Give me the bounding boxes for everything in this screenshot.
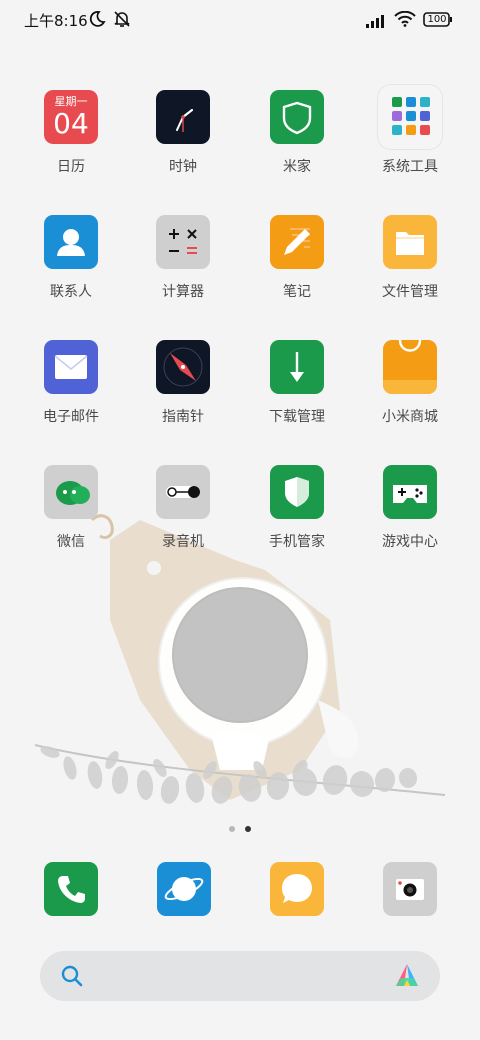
page-dot-2[interactable] (245, 826, 251, 832)
app-calculator[interactable]: 计算器 (133, 215, 233, 301)
camera-icon (383, 879, 437, 916)
app-downloads[interactable]: 下载管理 (247, 340, 347, 426)
app-label: 日历 (57, 159, 85, 175)
moon-icon (88, 10, 106, 32)
clock-icon (156, 90, 210, 144)
dock-phone[interactable] (44, 862, 98, 916)
app-label: 手机管家 (269, 534, 325, 550)
battery-icon: 100 (423, 12, 453, 31)
app-contacts[interactable]: 联系人 (21, 215, 121, 301)
assistant-icon[interactable] (392, 962, 422, 994)
app-label: 米家 (283, 159, 311, 175)
calendar-day: 04 (53, 107, 89, 140)
email-icon (44, 340, 98, 394)
notes-icon (270, 215, 324, 269)
app-calendar[interactable]: 星期一 04 日历 (21, 90, 121, 176)
page-dot-1[interactable] (229, 826, 235, 832)
file-manager-icon (383, 215, 437, 269)
app-compass[interactable]: 指南针 (133, 340, 233, 426)
search-icon (60, 964, 84, 992)
app-file-manager[interactable]: 文件管理 (360, 215, 460, 301)
app-recorder[interactable]: 录音机 (133, 465, 233, 551)
app-label: 计算器 (162, 284, 204, 300)
folder-grid-icon (378, 85, 442, 149)
dock-camera[interactable] (383, 862, 437, 916)
app-mijia[interactable]: 米家 (247, 90, 347, 176)
app-phone-manager[interactable]: 手机管家 (247, 465, 347, 551)
contact-icon (44, 215, 98, 269)
compass-icon (156, 340, 210, 394)
app-label: 游戏中心 (382, 534, 438, 550)
app-label: 下载管理 (269, 409, 325, 425)
app-label: 录音机 (162, 534, 204, 550)
gamepad-icon (383, 465, 437, 519)
dock-messages[interactable] (270, 862, 324, 916)
app-email[interactable]: 电子邮件 (21, 340, 121, 426)
app-label: 电子邮件 (43, 409, 99, 425)
battery-level: 100 (427, 14, 447, 25)
app-notes[interactable]: 笔记 (247, 215, 347, 301)
app-wechat[interactable]: 微信 (21, 465, 121, 551)
app-label: 小米商城 (382, 409, 438, 425)
app-label: 文件管理 (382, 284, 438, 300)
folder-system-tools[interactable]: 系统工具 (360, 85, 460, 176)
security-icon (270, 465, 324, 519)
signal-icon (366, 13, 388, 32)
app-label: 微信 (57, 534, 85, 550)
phone-icon (44, 876, 98, 916)
app-label: 联系人 (50, 284, 92, 300)
app-mi-store[interactable]: 小米商城 (360, 340, 460, 426)
shield-icon (270, 90, 324, 144)
app-label: 指南针 (162, 409, 204, 425)
search-bar[interactable] (40, 951, 440, 1001)
status-bar: 上午8:16 100 (0, 0, 480, 40)
status-time: 上午8:16 (24, 12, 88, 30)
dock-browser[interactable] (157, 862, 211, 916)
app-clock[interactable]: 时钟 (133, 90, 233, 176)
download-icon (270, 340, 324, 394)
app-label: 笔记 (283, 284, 311, 300)
calculator-icon (156, 215, 210, 269)
app-game-center[interactable]: 游戏中心 (360, 465, 460, 551)
app-label: 系统工具 (382, 159, 438, 175)
app-label: 时钟 (169, 159, 197, 175)
wechat-icon (44, 465, 98, 519)
messages-icon (270, 874, 324, 916)
mute-bell-icon (112, 10, 132, 32)
browser-icon (157, 877, 211, 916)
calendar-icon: 星期一 04 (44, 90, 98, 144)
wifi-icon (394, 10, 416, 31)
recorder-icon (156, 465, 210, 519)
shopping-bag-icon (383, 340, 437, 394)
